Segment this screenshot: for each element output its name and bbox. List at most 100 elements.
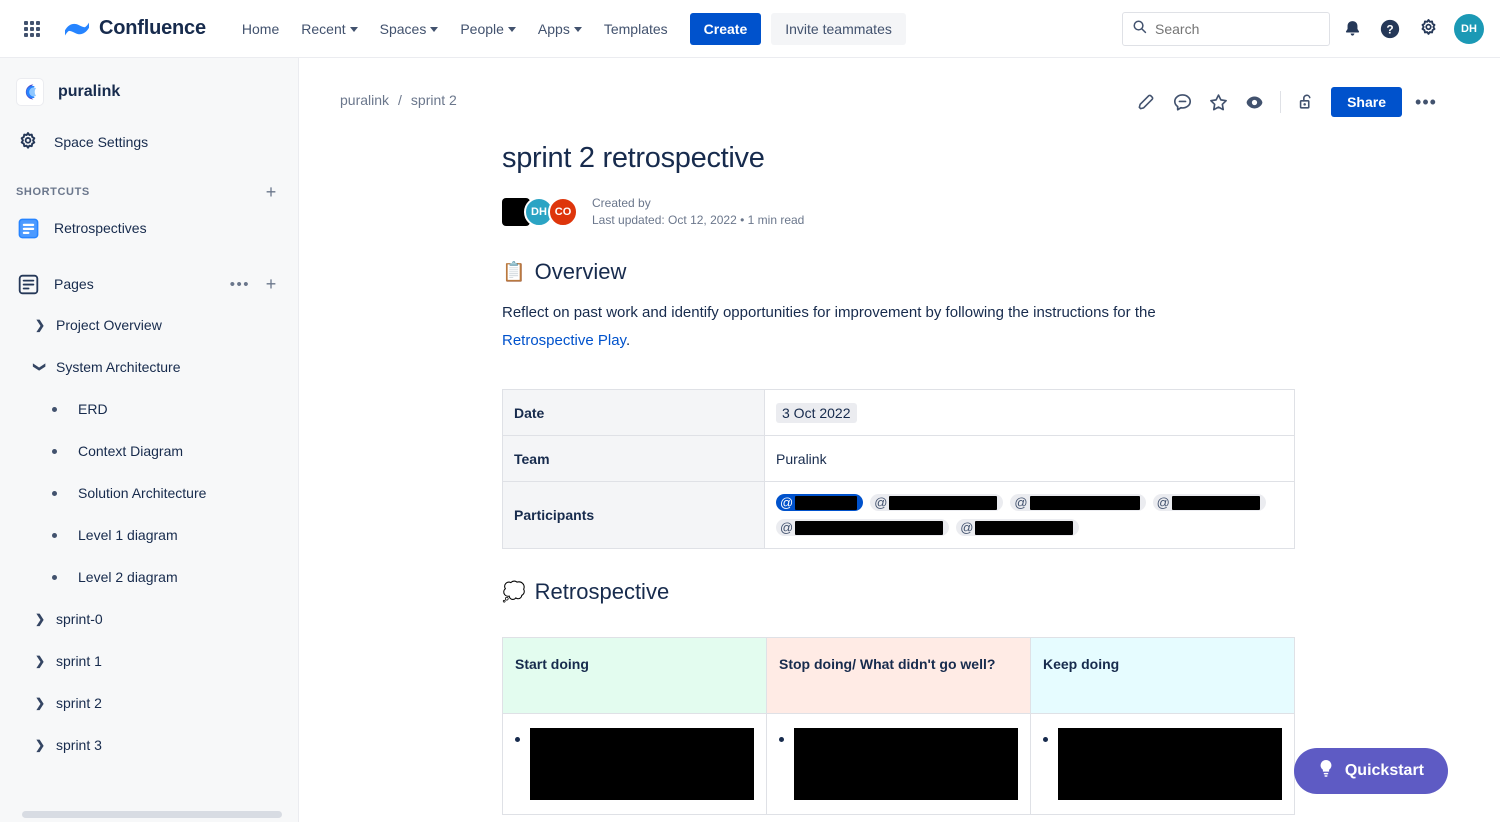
app-name: Confluence <box>99 17 206 40</box>
mention-chip[interactable]: @ <box>956 519 1079 536</box>
thought-bubble-icon: 💭 <box>502 583 526 602</box>
watch-eye-icon[interactable] <box>1238 86 1270 118</box>
svg-text:?: ? <box>1386 22 1393 36</box>
sidebar-page-sprint-1[interactable]: ❯ sprint 1 <box>0 640 298 682</box>
sidebar-page-label: Context Diagram <box>78 443 183 459</box>
at-symbol: @ <box>1014 495 1027 510</box>
sidebar-horizontal-scrollbar[interactable] <box>22 811 282 818</box>
chevron-right-icon[interactable]: ❯ <box>28 654 52 668</box>
top-navigation-bar: Confluence Home Recent Spaces People App… <box>0 0 1500 58</box>
chevron-down-icon[interactable]: ❯ <box>33 355 47 379</box>
info-value-team: Puralink <box>765 436 1295 482</box>
mention-chip[interactable]: @ <box>870 494 1003 511</box>
mention-chip[interactable]: @ <box>1010 494 1145 511</box>
chevron-right-icon[interactable]: ❯ <box>28 318 52 332</box>
info-key-team: Team <box>503 436 765 482</box>
search-icon <box>1132 19 1147 39</box>
sidebar-page-label: Project Overview <box>56 317 162 333</box>
settings-gear-icon[interactable] <box>1412 13 1444 45</box>
last-updated-label: Last updated: Oct 12, 2022 • 1 min read <box>592 212 804 229</box>
mention-chip[interactable]: @ <box>776 519 949 536</box>
search-box[interactable] <box>1122 12 1330 46</box>
sidebar-item-retrospectives[interactable]: Retrospectives <box>0 208 298 248</box>
column-header-keep-doing: Keep doing <box>1031 638 1295 714</box>
bullet-icon <box>52 533 57 538</box>
nav-item-recent[interactable]: Recent <box>291 14 367 44</box>
sidebar-page-level-1-diagram[interactable]: Level 1 diagram <box>0 514 298 556</box>
sidebar-page-sprint-2[interactable]: ❯ sprint 2 <box>0 682 298 724</box>
sidebar-page-project-overview[interactable]: ❯ Project Overview <box>0 304 298 346</box>
breadcrumb-item-parent[interactable]: sprint 2 <box>411 92 457 108</box>
avatar[interactable]: CO <box>548 197 578 227</box>
sidebar-page-sprint-3[interactable]: ❯ sprint 3 <box>0 724 298 766</box>
sidebar-item-label: Space Settings <box>54 134 148 150</box>
breadcrumb-item-space[interactable]: puralink <box>340 92 389 108</box>
app-switcher-icon[interactable] <box>12 9 52 49</box>
sidebar-page-solution-architecture[interactable]: Solution Architecture <box>0 472 298 514</box>
mention-chip[interactable]: @ <box>1153 494 1266 511</box>
help-icon[interactable]: ? <box>1374 13 1406 45</box>
confluence-home-link[interactable]: Confluence <box>64 17 206 41</box>
star-icon[interactable] <box>1202 86 1234 118</box>
sidebar-page-context-diagram[interactable]: Context Diagram <box>0 430 298 472</box>
invite-teammates-button[interactable]: Invite teammates <box>771 13 906 45</box>
search-input[interactable] <box>1155 21 1320 37</box>
sidebar-page-erd[interactable]: ERD <box>0 388 298 430</box>
sidebar-page-system-architecture[interactable]: ❯ System Architecture <box>0 346 298 388</box>
shortcuts-label: SHORTCUTS <box>16 186 90 198</box>
chevron-down-icon <box>430 27 438 32</box>
overview-paragraph: Reflect on past work and identify opport… <box>502 299 1242 355</box>
notifications-icon[interactable] <box>1336 13 1368 45</box>
unlock-padlock-icon[interactable] <box>1291 86 1323 118</box>
chevron-right-icon[interactable]: ❯ <box>28 738 52 752</box>
sidebar-page-level-2-diagram[interactable]: Level 2 diagram <box>0 556 298 598</box>
redacted-name <box>795 496 857 510</box>
share-button[interactable]: Share <box>1331 87 1402 117</box>
nav-item-apps[interactable]: Apps <box>528 14 592 44</box>
shortcuts-header: SHORTCUTS + <box>0 176 298 208</box>
sidebar-item-space-settings[interactable]: Space Settings <box>0 122 298 162</box>
redacted-name <box>975 521 1073 535</box>
page-filled-icon <box>16 217 40 240</box>
edit-pencil-icon[interactable] <box>1130 86 1162 118</box>
sidebar-item-label: Retrospectives <box>54 220 147 236</box>
nav-item-templates[interactable]: Templates <box>594 14 678 44</box>
list-item <box>779 728 1018 800</box>
user-avatar[interactable]: DH <box>1454 14 1484 44</box>
overview-heading: 📋 Overview <box>502 259 1460 285</box>
sidebar-page-label: System Architecture <box>56 359 181 375</box>
mention-chip[interactable]: @ <box>776 494 863 511</box>
redacted-name <box>795 521 943 535</box>
nav-item-spaces[interactable]: Spaces <box>370 14 449 44</box>
sidebar-page-label: sprint 3 <box>56 737 102 753</box>
comment-icon[interactable] <box>1166 86 1198 118</box>
sidebar-item-pages[interactable]: Pages ••• + <box>0 264 298 304</box>
participant-mentions: @ @ @ @ <box>776 494 1283 536</box>
nav-item-label: Apps <box>538 21 570 37</box>
chevron-down-icon <box>574 27 582 32</box>
space-header[interactable]: puralink <box>0 58 298 106</box>
date-chip[interactable]: 3 Oct 2022 <box>776 403 857 423</box>
chevron-right-icon[interactable]: ❯ <box>28 696 52 710</box>
overview-text-before: Reflect on past work and identify opport… <box>502 304 1156 321</box>
nav-item-people[interactable]: People <box>450 14 526 44</box>
quickstart-button[interactable]: Quickstart <box>1294 748 1448 794</box>
at-symbol: @ <box>780 495 793 510</box>
retrospective-play-link[interactable]: Retrospective Play <box>502 332 626 349</box>
nav-item-label: Home <box>242 21 279 37</box>
create-button[interactable]: Create <box>690 13 762 45</box>
add-page-icon[interactable]: + <box>260 273 282 295</box>
breadcrumb: puralink / sprint 2 <box>340 92 457 108</box>
redacted-name <box>1030 496 1140 510</box>
sidebar-page-label: Level 2 diagram <box>78 569 178 585</box>
pages-more-icon[interactable]: ••• <box>228 276 252 293</box>
bullet-icon <box>779 737 784 742</box>
space-name: puralink <box>58 83 120 101</box>
sidebar-page-sprint-0[interactable]: ❯ sprint-0 <box>0 598 298 640</box>
more-actions-icon[interactable]: ••• <box>1410 86 1442 118</box>
nav-item-home[interactable]: Home <box>232 14 289 44</box>
table-row: Date 3 Oct 2022 <box>503 390 1295 436</box>
add-shortcut-icon[interactable]: + <box>260 181 282 203</box>
chevron-right-icon[interactable]: ❯ <box>28 612 52 626</box>
retrospective-table: Start doing Stop doing/ What didn't go w… <box>502 637 1295 815</box>
